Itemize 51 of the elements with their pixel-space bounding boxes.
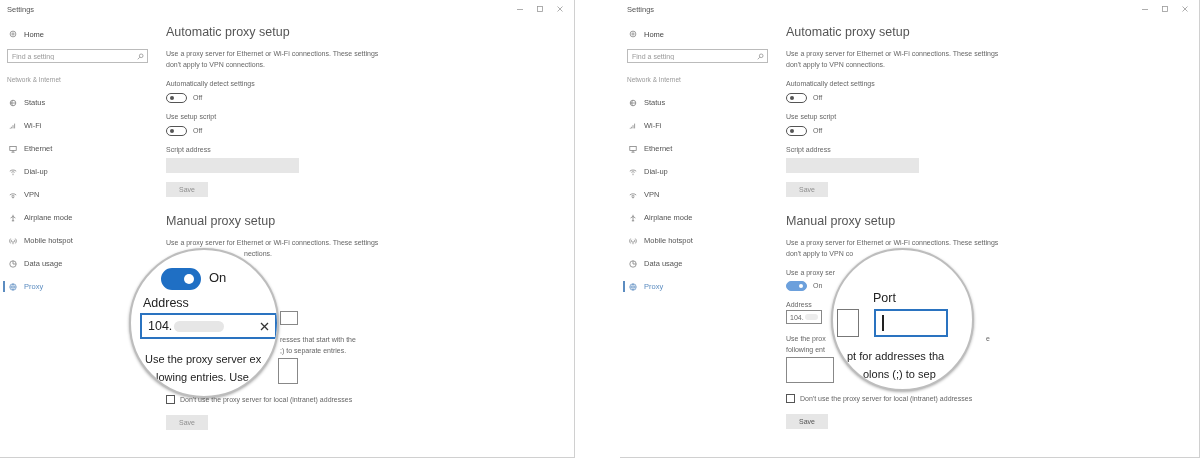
globe-icon: [629, 282, 637, 291]
field-label: Port: [873, 291, 896, 306]
wifi-icon: [9, 167, 17, 176]
exceptions-field[interactable]: [278, 358, 298, 384]
signal-bars-icon: [9, 121, 17, 130]
pie-chart-icon: [629, 259, 637, 268]
toggle-switch[interactable]: [166, 92, 187, 103]
toggle-state-label: On: [209, 270, 227, 285]
script-address-field[interactable]: [786, 158, 919, 173]
gear-icon: [629, 30, 637, 38]
text-field[interactable]: [837, 309, 859, 337]
text-field[interactable]: [874, 309, 948, 337]
checkbox[interactable]: [166, 395, 175, 404]
section-heading: Automatic proxy setup: [786, 24, 910, 40]
gear-icon: [9, 30, 17, 38]
description-text: olons (;) to sep: [863, 368, 936, 380]
exceptions-field[interactable]: [786, 357, 834, 383]
maximize-icon[interactable]: [1161, 5, 1169, 13]
pie-chart-icon: [9, 259, 17, 268]
status-icon: [629, 98, 637, 107]
globe-icon: [9, 282, 17, 291]
section-heading: Manual proxy setup: [786, 213, 896, 229]
maximize-icon[interactable]: [536, 5, 544, 13]
description-text: pt for addresses tha: [847, 350, 945, 362]
section-heading: Automatic proxy setup: [166, 24, 290, 40]
description-text: lowing entries. Use: [156, 371, 249, 383]
text-field[interactable]: [280, 311, 298, 325]
toggle-switch[interactable]: [166, 125, 187, 136]
clear-icon[interactable]: [260, 321, 269, 331]
toggle-switch[interactable]: [786, 280, 807, 291]
field-label: Address: [143, 296, 189, 311]
close-icon[interactable]: [556, 5, 564, 13]
description-text: Use the proxy server ex: [145, 353, 262, 365]
text-field[interactable]: 104.: [140, 313, 277, 339]
status-icon: [9, 98, 17, 107]
wifi-icon: [629, 167, 637, 176]
close-icon[interactable]: [1181, 5, 1189, 13]
script-address-field[interactable]: [166, 158, 299, 173]
signal-bars-icon: [629, 121, 637, 130]
search-icon: [137, 52, 144, 60]
monitor-icon: [9, 144, 17, 153]
section-heading: Manual proxy setup: [166, 213, 276, 229]
toggle-switch[interactable]: [786, 92, 807, 103]
hotspot-icon: [9, 236, 17, 245]
checkbox[interactable]: [786, 394, 795, 403]
text-cursor: [882, 315, 884, 331]
toggle-switch[interactable]: [786, 125, 807, 136]
hotspot-icon: [629, 236, 637, 245]
monitor-icon: [629, 144, 637, 153]
search-icon: [757, 52, 764, 60]
toggle-switch[interactable]: [161, 268, 201, 290]
